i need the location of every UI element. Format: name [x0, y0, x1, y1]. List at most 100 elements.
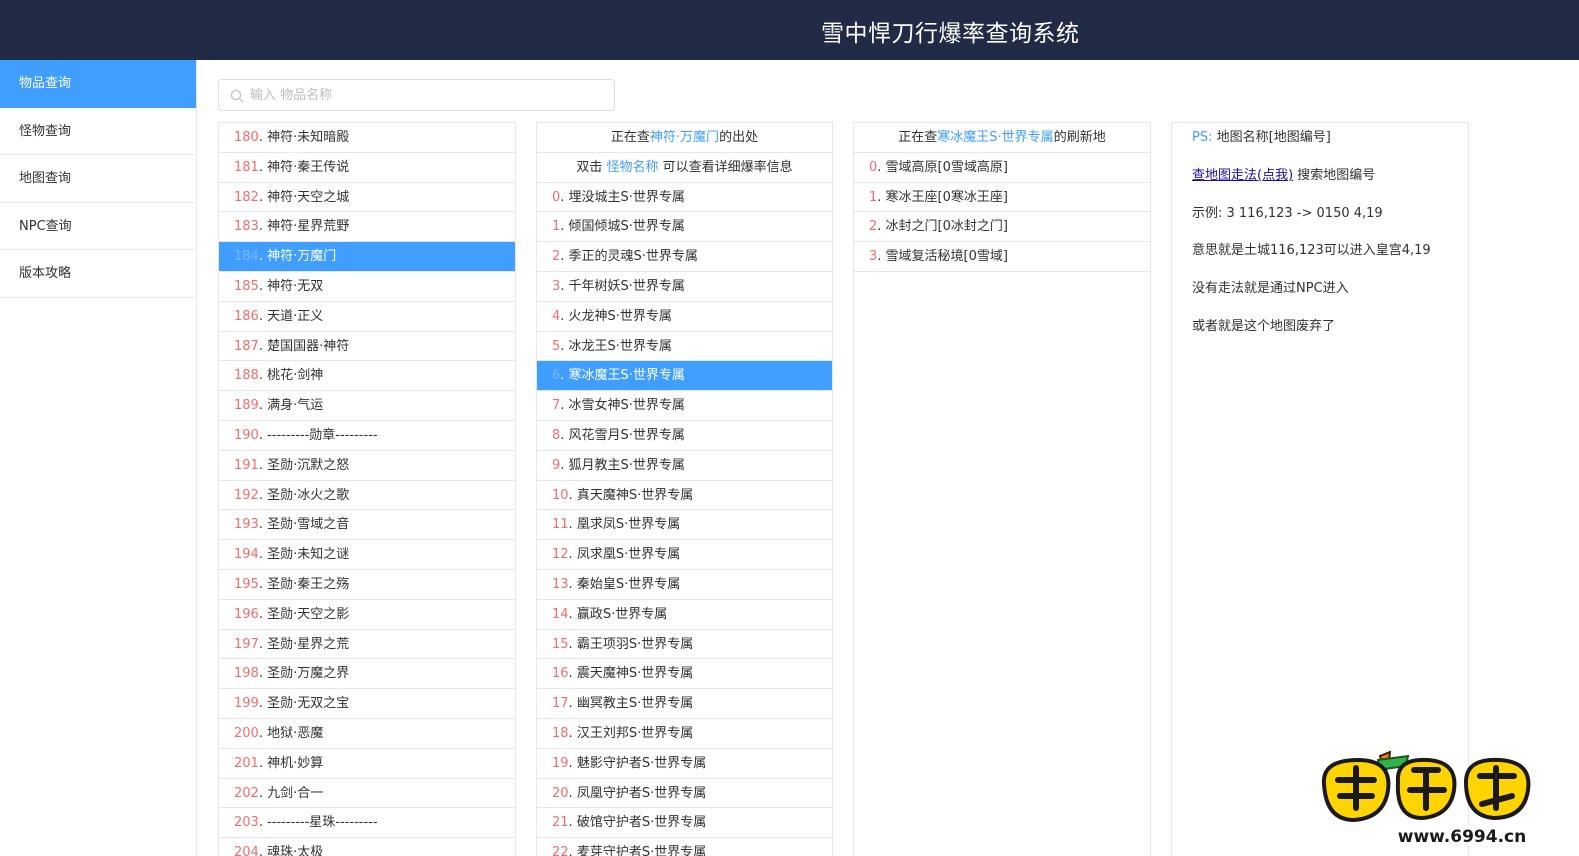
row-separator: . — [568, 547, 577, 563]
monster-row[interactable]: 7. 冰雪女神S·世界专属 — [537, 391, 832, 421]
row-index: 189 — [234, 398, 259, 414]
sidebar-item-npc-query[interactable]: NPC查询 — [0, 203, 196, 251]
search-box — [218, 79, 615, 111]
monster-row[interactable]: 8. 风花雪月S·世界专属 — [537, 421, 832, 451]
monster-row[interactable]: 22. 麦芽守护者S·世界专属 — [537, 838, 832, 856]
item-row[interactable]: 203. ---------星珠--------- — [219, 808, 515, 839]
row-name: 冰封之门[0冰封之门] — [885, 219, 1008, 235]
sidebar-item-monster-query[interactable]: 怪物查询 — [0, 108, 196, 156]
item-row[interactable]: 200. 地狱·恶魔 — [219, 719, 515, 749]
monster-row[interactable]: 15. 霸王项羽S·世界专属 — [537, 630, 832, 660]
monster-row[interactable]: 12. 凤求凰S·世界专属 — [537, 540, 832, 570]
row-name: 凤求凰S·世界专属 — [576, 547, 681, 563]
monster-row[interactable]: 0. 埋没城主S·世界专属 — [537, 183, 832, 213]
row-name: 圣勋·万魔之界 — [267, 666, 350, 682]
row-name: 冰龙王S·世界专属 — [568, 338, 672, 354]
monster-row[interactable]: 16. 震天魔神S·世界专属 — [537, 659, 832, 690]
search-input[interactable] — [250, 80, 610, 110]
item-row[interactable]: 190. ---------勋章--------- — [219, 421, 515, 451]
map-row[interactable]: 1. 寒冰王座[0寒冰王座] — [854, 183, 1150, 213]
monster-row[interactable]: 19. 魅影守护者S·世界专属 — [537, 749, 832, 779]
row-separator: . — [258, 130, 268, 145]
monster-row[interactable]: 13. 秦始皇S·世界专属 — [537, 570, 832, 600]
row-name: 千年树妖S·世界专属 — [568, 278, 685, 294]
item-row[interactable]: 193. 圣勋·雪域之音 — [219, 510, 515, 541]
item-row[interactable]: 185. 神符·无双 — [219, 272, 515, 302]
item-row[interactable]: 202. 九剑·合一 — [219, 779, 515, 809]
row-separator: . — [258, 815, 268, 831]
page-title: 雪中悍刀行爆率查询系统 — [821, 21, 1080, 47]
item-row[interactable]: 186. 天道·正义 — [219, 302, 515, 332]
row-separator: . — [568, 755, 577, 771]
header-suffix: 的刷新地 — [1053, 130, 1106, 145]
sidebar-item-map-query[interactable]: 地图查询 — [0, 155, 196, 203]
map-row[interactable]: 0. 雪域高原[0雪域高原] — [854, 153, 1150, 183]
item-row[interactable]: 180. 神符·未知暗殿 — [219, 123, 515, 153]
row-name: 圣勋·秦王之殇 — [267, 576, 350, 592]
item-row[interactable]: 196. 圣勋·天空之影 — [219, 600, 515, 630]
ps-text: 地图名称[地图编号] — [1212, 130, 1331, 145]
monster-row[interactable]: 1. 倾国倾城S·世界专属 — [537, 212, 832, 243]
item-row[interactable]: 181. 神符·秦王传说 — [219, 153, 515, 183]
row-index: 181 — [234, 159, 259, 175]
monster-row[interactable]: 2. 季正的灵魂S·世界专属 — [537, 242, 832, 272]
item-row[interactable]: 204. 魂珠·太极 — [219, 838, 515, 856]
row-name: 霸王项羽S·世界专属 — [576, 636, 694, 652]
row-name: 季正的灵魂S·世界专属 — [568, 249, 698, 265]
row-name: 震天魔神S·世界专属 — [576, 666, 694, 682]
item-row[interactable]: 189. 满身·气运 — [219, 391, 515, 421]
row-separator: . — [877, 219, 886, 235]
item-row[interactable]: 188. 桃花·剑神 — [219, 361, 515, 392]
map-row[interactable]: 2. 冰封之门[0冰封之门] — [854, 212, 1150, 243]
item-row[interactable]: 194. 圣勋·未知之谜 — [219, 540, 515, 570]
monster-row[interactable]: 11. 凰求凤S·世界专属 — [537, 510, 832, 541]
hint-prefix: 双击 — [576, 159, 607, 175]
item-row[interactable]: 192. 圣勋·冰火之歌 — [219, 481, 515, 511]
row-name: 神符·星界荒野 — [267, 219, 350, 235]
monster-row[interactable]: 18. 汉王刘邦S·世界专属 — [537, 719, 832, 749]
row-separator: . — [258, 249, 268, 265]
item-row[interactable]: 184. 神符·万魔门 — [219, 242, 515, 272]
map-row[interactable]: 3. 雪域复活秘境[0雪域] — [854, 242, 1150, 272]
item-row[interactable]: 183. 神符·星界荒野 — [219, 212, 515, 243]
row-name: 圣勋·沉默之怒 — [267, 457, 350, 473]
item-row[interactable]: 198. 圣勋·万魔之界 — [219, 659, 515, 690]
map-route-link[interactable]: 查地图走法(点我) — [1192, 168, 1293, 183]
row-name: 火龙神S·世界专属 — [568, 308, 672, 324]
row-name: 埋没城主S·世界专属 — [568, 189, 685, 205]
item-row[interactable]: 201. 神机·妙算 — [219, 749, 515, 779]
item-row[interactable]: 187. 楚国国器·神符 — [219, 332, 515, 362]
monster-row[interactable]: 21. 破馆守护者S·世界专属 — [537, 808, 832, 839]
row-separator: . — [568, 636, 577, 652]
item-row[interactable]: 197. 圣勋·星界之荒 — [219, 630, 515, 660]
monster-row[interactable]: 6. 寒冰魔王S·世界专属 — [537, 361, 832, 392]
header-prefix: 正在查 — [898, 130, 938, 145]
monster-row[interactable]: 5. 冰龙王S·世界专属 — [537, 332, 832, 362]
row-name: 神符·无双 — [267, 278, 324, 294]
item-row[interactable]: 199. 圣勋·无双之宝 — [219, 689, 515, 719]
item-row[interactable]: 182. 神符·天空之城 — [219, 183, 515, 213]
row-index: 190 — [234, 427, 259, 443]
monster-row[interactable]: 20. 凤凰守护者S·世界专属 — [537, 779, 832, 809]
sidebar-item-version-guide[interactable]: 版本攻略 — [0, 250, 196, 298]
monster-row[interactable]: 4. 火龙神S·世界专属 — [537, 302, 832, 332]
row-index: 11 — [552, 517, 569, 533]
monster-row[interactable]: 14. 赢政S·世界专属 — [537, 600, 832, 630]
row-name: 魂珠·太极 — [267, 845, 324, 856]
item-row[interactable]: 191. 圣勋·沉默之怒 — [219, 451, 515, 481]
header-suffix: 的出处 — [719, 130, 759, 145]
note-no-route: 没有走法就是通过NPC进入 — [1192, 281, 1349, 297]
row-name: 圣勋·无双之宝 — [267, 696, 350, 712]
row-name: 圣勋·雪域之音 — [267, 517, 350, 533]
row-name: 天道·正义 — [267, 308, 324, 324]
row-index: 188 — [234, 368, 259, 384]
row-index: 198 — [234, 666, 259, 682]
monster-row[interactable]: 10. 真天魔神S·世界专属 — [537, 481, 832, 511]
note-ps: PS: 地图名称[地图编号] — [1192, 129, 1468, 167]
item-row[interactable]: 195. 圣勋·秦王之殇 — [219, 570, 515, 600]
monster-row[interactable]: 17. 幽冥教主S·世界专属 — [537, 689, 832, 719]
row-separator: . — [258, 606, 268, 622]
monster-row[interactable]: 3. 千年树妖S·世界专属 — [537, 272, 832, 302]
monster-row[interactable]: 9. 狐月教主S·世界专属 — [537, 451, 832, 481]
sidebar-item-item-query[interactable]: 物品查询 — [0, 60, 196, 108]
